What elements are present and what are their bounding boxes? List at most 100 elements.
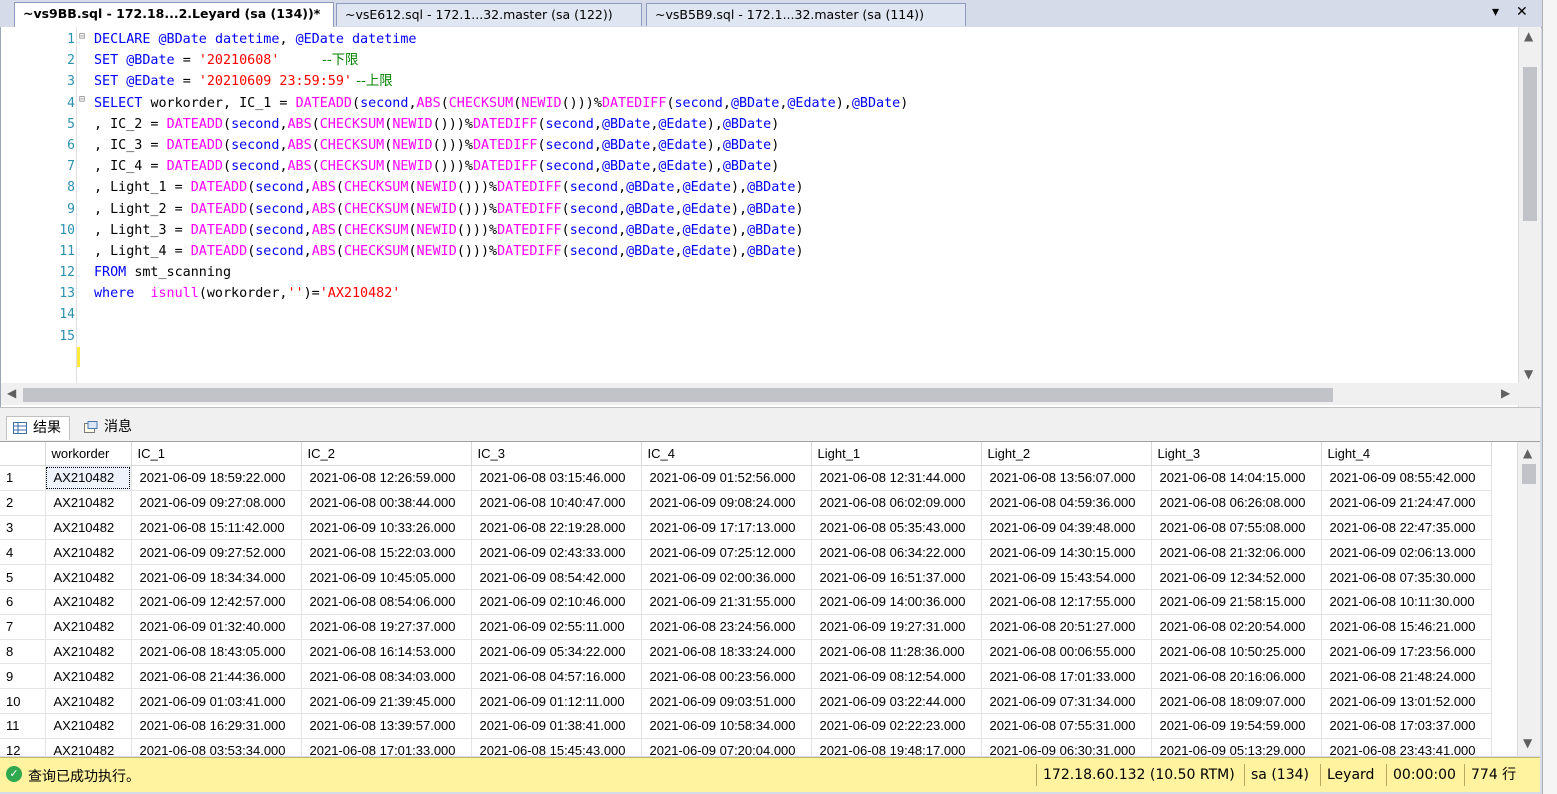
table-cell[interactable]: 2021-06-09 16:51:37.000 [811, 564, 982, 590]
table-cell[interactable]: 2021-06-09 09:27:08.000 [131, 490, 302, 516]
table-cell[interactable]: 2021-06-08 15:11:42.000 [131, 515, 302, 541]
table-cell[interactable]: 2021-06-09 02:10:46.000 [471, 589, 642, 615]
table-cell[interactable]: 2021-06-08 10:40:47.000 [471, 490, 642, 516]
row-number[interactable]: 12 [0, 738, 46, 756]
table-cell[interactable]: 2021-06-09 15:43:54.000 [981, 564, 1152, 590]
table-cell[interactable]: 2021-06-09 10:33:26.000 [301, 515, 472, 541]
table-cell[interactable]: 2021-06-08 22:19:28.000 [471, 515, 642, 541]
table-row[interactable]: 12 AX210482 2021-06-08 03:53:34.000 2021-06… [0, 738, 1492, 756]
row-number[interactable]: 1 [0, 465, 46, 491]
table-cell[interactable]: 2021-06-09 09:27:52.000 [131, 539, 302, 566]
table-cell[interactable]: 2021-06-09 12:34:52.000 [1151, 564, 1322, 590]
table-cell[interactable]: 2021-06-09 01:32:40.000 [131, 614, 302, 640]
table-cell[interactable]: 2021-06-09 14:00:36.000 [811, 589, 982, 615]
table-cell[interactable]: 2021-06-08 00:38:44.000 [301, 490, 472, 516]
table-cell[interactable]: 2021-06-09 01:52:56.000 [641, 465, 812, 491]
table-cell[interactable]: 2021-06-09 06:30:31.000 [981, 738, 1152, 756]
table-cell[interactable]: 2021-06-08 21:48:24.000 [1321, 663, 1492, 690]
column-header[interactable] [0, 442, 46, 466]
table-cell[interactable]: 2021-06-08 22:47:35.000 [1321, 515, 1492, 541]
close-icon[interactable]: ✕ [1516, 4, 1528, 20]
table-row[interactable]: 2 AX210482 2021-06-09 09:27:08.000 2021-06-… [0, 490, 1492, 516]
fold-collapse-icon[interactable]: ⊟ [79, 31, 85, 42]
table-row[interactable]: 1 AX210482 2021-06-09 18:59:22.000 2021-06-… [0, 465, 1492, 491]
table-cell[interactable]: 2021-06-08 15:45:43.000 [471, 738, 642, 756]
table-cell[interactable]: 2021-06-09 02:06:13.000 [1321, 539, 1492, 566]
table-cell[interactable]: 2021-06-08 04:59:36.000 [981, 490, 1152, 516]
scroll-right-icon[interactable]: ▶ [1501, 386, 1510, 400]
table-cell[interactable]: 2021-06-09 14:30:15.000 [981, 539, 1152, 566]
code-line[interactable]: , IC_3 = DATEADD(second,ABS(CHECKSUM(NEW… [94, 135, 1514, 156]
row-number[interactable]: 10 [0, 688, 46, 714]
table-cell[interactable]: 2021-06-08 03:15:46.000 [471, 465, 642, 491]
table-cell[interactable]: 2021-06-09 10:58:34.000 [641, 713, 812, 739]
table-cell[interactable]: 2021-06-08 10:11:30.000 [1321, 589, 1492, 615]
table-cell[interactable]: AX210482 [45, 589, 132, 615]
table-cell[interactable]: 2021-06-09 08:12:54.000 [811, 663, 982, 690]
table-cell[interactable]: 2021-06-08 02:20:54.000 [1151, 614, 1322, 640]
table-cell[interactable]: 2021-06-08 00:06:55.000 [981, 639, 1152, 665]
table-cell[interactable]: 2021-06-09 02:00:36.000 [641, 564, 812, 590]
table-row[interactable]: 8 AX210482 2021-06-08 18:43:05.000 2021-06-… [0, 639, 1492, 665]
table-cell[interactable]: 2021-06-08 20:16:06.000 [1151, 663, 1322, 690]
scroll-thumb[interactable] [23, 388, 1333, 402]
table-cell[interactable]: 2021-06-08 06:26:08.000 [1151, 490, 1322, 516]
table-cell[interactable]: 2021-06-08 07:55:08.000 [1151, 515, 1322, 541]
code-line[interactable]: , IC_2 = DATEADD(second,ABS(CHECKSUM(NEW… [94, 114, 1514, 135]
table-cell[interactable]: 2021-06-08 06:34:22.000 [811, 539, 982, 566]
column-header[interactable]: Light_1 [811, 442, 982, 466]
table-cell[interactable]: 2021-06-09 13:01:52.000 [1321, 688, 1492, 714]
table-cell[interactable]: 2021-06-08 11:28:36.000 [811, 639, 982, 665]
row-number[interactable]: 4 [0, 539, 46, 566]
table-cell[interactable]: 2021-06-08 15:46:21.000 [1321, 614, 1492, 640]
table-row[interactable]: 4 AX210482 2021-06-09 09:27:52.000 2021-06-… [0, 539, 1492, 566]
table-cell[interactable]: 2021-06-08 05:35:43.000 [811, 515, 982, 541]
table-cell[interactable]: 2021-06-08 18:43:05.000 [131, 639, 302, 665]
scroll-thumb[interactable] [1522, 464, 1536, 484]
tab-vsE612[interactable]: ~vsE612.sql - 172.1...32.master (sa (122… [336, 3, 642, 26]
table-cell[interactable]: AX210482 [45, 564, 132, 590]
code-line[interactable]: , Light_4 = DATEADD(second,ABS(CHECKSUM(… [94, 241, 1514, 262]
table-cell[interactable]: 2021-06-08 21:32:06.000 [1151, 539, 1322, 566]
table-cell[interactable]: 2021-06-09 21:24:47.000 [1321, 490, 1492, 516]
table-cell[interactable]: 2021-06-09 07:20:04.000 [641, 738, 812, 756]
table-cell[interactable]: 2021-06-08 17:01:33.000 [301, 738, 472, 756]
editor-horizontal-scrollbar[interactable]: ◀ ▶ [1, 383, 1519, 405]
table-cell[interactable]: AX210482 [45, 490, 132, 516]
table-cell[interactable]: 2021-06-08 07:55:31.000 [981, 713, 1152, 739]
table-cell[interactable]: AX210482 [45, 663, 132, 690]
scroll-up-icon[interactable]: ▲ [1523, 446, 1532, 460]
table-row[interactable]: 6 AX210482 2021-06-09 12:42:57.000 2021-06-… [0, 589, 1492, 615]
column-header[interactable]: workorder [45, 442, 132, 466]
row-number[interactable]: 5 [0, 564, 46, 590]
column-header[interactable]: Light_2 [981, 442, 1152, 466]
table-cell[interactable]: AX210482 [45, 738, 132, 756]
code-line[interactable]: FROM smt_scanning [94, 262, 1514, 283]
code-line[interactable]: SET @EDate = '20210609 23:59:59' --上限 [94, 71, 1514, 92]
table-cell[interactable]: AX210482 [45, 515, 132, 541]
row-number[interactable]: 9 [0, 663, 46, 690]
table-cell[interactable]: 2021-06-09 18:34:34.000 [131, 564, 302, 590]
table-cell[interactable]: 2021-06-08 06:02:09.000 [811, 490, 982, 516]
table-cell[interactable]: 2021-06-08 13:56:07.000 [981, 465, 1152, 491]
code-line[interactable]: , Light_3 = DATEADD(second,ABS(CHECKSUM(… [94, 220, 1514, 241]
table-cell[interactable]: 2021-06-08 12:31:44.000 [811, 465, 982, 491]
column-header[interactable]: IC_2 [301, 442, 472, 466]
table-cell[interactable]: 2021-06-09 10:45:05.000 [301, 564, 472, 590]
results-grid[interactable]: workorder IC_1 IC_2 IC_3 IC_4 Light_1 Light_2 L… [0, 441, 1540, 756]
editor-vertical-scrollbar[interactable]: ▲ ▼ [1518, 27, 1541, 407]
table-cell[interactable]: 2021-06-09 21:58:15.000 [1151, 589, 1322, 615]
table-cell[interactable]: AX210482 [45, 639, 132, 665]
table-cell[interactable]: 2021-06-08 20:51:27.000 [981, 614, 1152, 640]
table-cell[interactable]: AX210482 [45, 465, 132, 491]
table-cell[interactable]: 2021-06-09 17:17:13.000 [641, 515, 812, 541]
table-cell[interactable]: 2021-06-09 07:31:34.000 [981, 688, 1152, 714]
table-cell[interactable]: 2021-06-08 12:17:55.000 [981, 589, 1152, 615]
table-cell[interactable]: 2021-06-09 19:54:59.000 [1151, 713, 1322, 739]
table-cell[interactable]: 2021-06-08 07:35:30.000 [1321, 564, 1492, 590]
column-header[interactable]: IC_1 [131, 442, 302, 466]
scroll-up-icon[interactable]: ▲ [1524, 29, 1533, 43]
table-cell[interactable]: 2021-06-08 15:22:03.000 [301, 539, 472, 566]
code-area[interactable]: DECLARE @BDate datetime, @EDate datetime… [94, 29, 1514, 347]
column-header[interactable]: IC_3 [471, 442, 642, 466]
